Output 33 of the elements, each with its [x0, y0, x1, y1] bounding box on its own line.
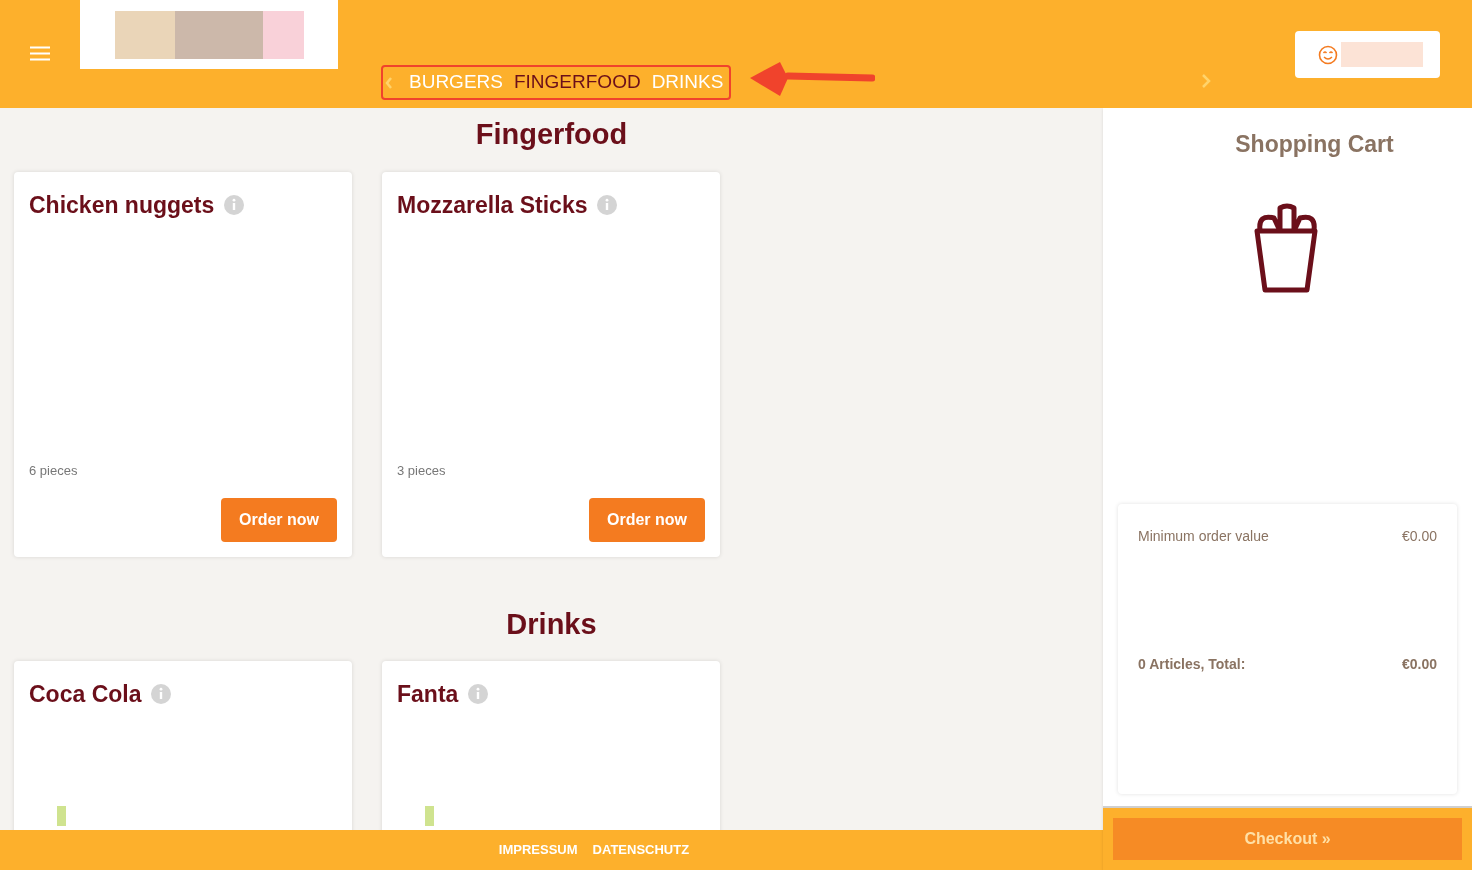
category-tab[interactable]: BURGERS — [409, 68, 503, 97]
minimum-order-value: €0.00 — [1401, 526, 1437, 546]
info-icon[interactable] — [151, 684, 172, 705]
info-icon[interactable] — [224, 194, 245, 215]
section-title: Fingerfood — [474, 117, 629, 152]
product-name: Fanta — [397, 680, 459, 709]
product-name: Chicken nuggets — [29, 190, 215, 220]
product-name: Coca Cola — [29, 680, 142, 709]
minimum-order-label: Minimum order value — [1138, 526, 1269, 546]
category-tab[interactable]: DRINKS — [651, 68, 724, 97]
product-description: 6 pieces — [29, 462, 79, 480]
smiley-icon — [1318, 44, 1338, 65]
footer-link[interactable]: IMPRESSUM — [498, 840, 578, 860]
order-button[interactable]: Order now — [221, 497, 337, 542]
checkout-button[interactable]: Checkout » — [1113, 818, 1462, 860]
menu-icon[interactable] — [30, 46, 50, 61]
product-description: 3 pieces — [397, 462, 447, 480]
image-placeholder — [57, 805, 66, 826]
chevron-right-icon[interactable] — [1201, 73, 1211, 89]
total-value: €0.00 — [1401, 654, 1437, 674]
order-button[interactable]: Order now — [589, 497, 705, 542]
account-button[interactable] — [1295, 31, 1440, 78]
image-placeholder — [425, 805, 434, 826]
product-name: Mozzarella Sticks — [397, 190, 588, 220]
info-icon[interactable] — [597, 194, 618, 215]
total-label: 0 Articles, Total: — [1138, 654, 1246, 674]
logo[interactable] — [80, 0, 338, 69]
info-icon[interactable] — [468, 684, 489, 705]
footer-link[interactable]: DATENSCHUTZ — [592, 840, 690, 860]
category-tab[interactable]: FINGERFOOD — [513, 68, 641, 97]
chevron-left-icon[interactable] — [385, 75, 393, 90]
cart-title: Shopping Cart — [1234, 130, 1395, 159]
section-title: Drinks — [505, 606, 598, 642]
